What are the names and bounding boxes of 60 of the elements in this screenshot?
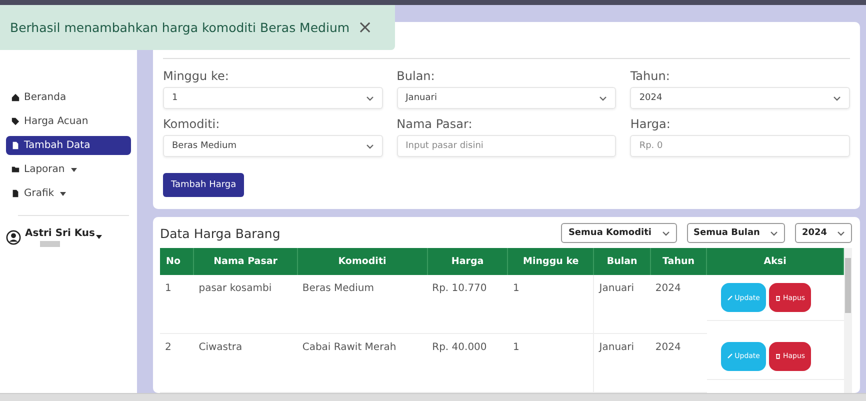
folder-icon (11, 165, 20, 174)
chevron-down-icon (770, 230, 778, 236)
field-label: Bulan: (396, 69, 436, 83)
column-header: Bulan (594, 248, 650, 275)
table-cell: Januari (594, 275, 650, 334)
table-cell: 1 (160, 275, 194, 334)
field-label: Harga: (630, 117, 672, 131)
chevron-down-icon (662, 230, 670, 236)
add-price-button[interactable]: Tambah Harga (163, 173, 244, 197)
chevron-down-icon (599, 96, 608, 100)
toast-message: Berhasil menambahkan harga komoditi Beras Medium (10, 20, 350, 35)
filter-dropdown[interactable]: Semua Bulan (686, 223, 785, 243)
sidebar-item[interactable]: Harga Acuan (6, 112, 131, 131)
caret-icon[interactable] (96, 234, 102, 238)
table-cell: pasar kosambi (194, 275, 298, 334)
field-label: Nama Pasar: (396, 117, 474, 131)
field-label: Tahun: (630, 69, 671, 83)
column-header: Nama Pasar (194, 248, 298, 275)
chevron-down-icon (366, 96, 374, 100)
select-field[interactable]: 2024 (630, 87, 850, 109)
trash-icon (774, 294, 781, 300)
user-name[interactable]: Astri Sri Kus (25, 228, 95, 239)
field-label: Komoditi: (163, 117, 221, 131)
field-label: Minggu ke: (163, 69, 230, 83)
column-header: Aksi (706, 248, 844, 275)
user-avatar-icon (6, 230, 21, 245)
column-header: Minggu ke (508, 248, 594, 275)
sidebar-item[interactable]: Grafik (6, 184, 131, 203)
column-header: Komoditi (297, 248, 428, 275)
select-field[interactable]: Beras Medium (163, 135, 383, 157)
input-field[interactable]: Rp. 0 (630, 135, 850, 157)
pencil-icon (726, 353, 733, 360)
document-icon (11, 189, 20, 198)
sidebar-item[interactable]: Laporan (6, 160, 131, 179)
filter-dropdown[interactable]: 2024 (794, 223, 852, 243)
sidebar-item[interactable]: Tambah Data (6, 136, 131, 155)
table-cell: Rp. 10.770 (427, 275, 508, 334)
table-title: Data Harga Barang (160, 226, 280, 240)
column-header: Tahun (650, 248, 707, 275)
close-button[interactable]: × (356, 17, 375, 38)
input-field[interactable]: Input pasar disini (396, 135, 616, 157)
table-cell: Beras Medium (297, 275, 428, 334)
pencil-icon (726, 294, 733, 300)
chevron-down-icon (366, 144, 374, 148)
chevron-down-icon (837, 230, 845, 236)
select-field[interactable]: 1 (163, 87, 383, 109)
house-icon (11, 93, 20, 102)
column-header: No (160, 248, 194, 275)
chevron-down-icon (833, 96, 841, 100)
document-icon (11, 141, 20, 150)
sidebar-item[interactable]: Beranda (6, 88, 131, 107)
vertical-scrollbar[interactable] (844, 248, 852, 393)
table-cell: 2024 (650, 275, 707, 334)
horizontal-scrollbar[interactable] (0, 393, 866, 401)
select-field[interactable]: Januari (396, 87, 616, 109)
trash-icon (774, 353, 781, 360)
tag-icon (11, 117, 20, 126)
filter-dropdown[interactable]: Semua Komoditi (561, 223, 677, 243)
table-cell: 1 (508, 275, 594, 334)
column-header: Harga (427, 248, 508, 275)
